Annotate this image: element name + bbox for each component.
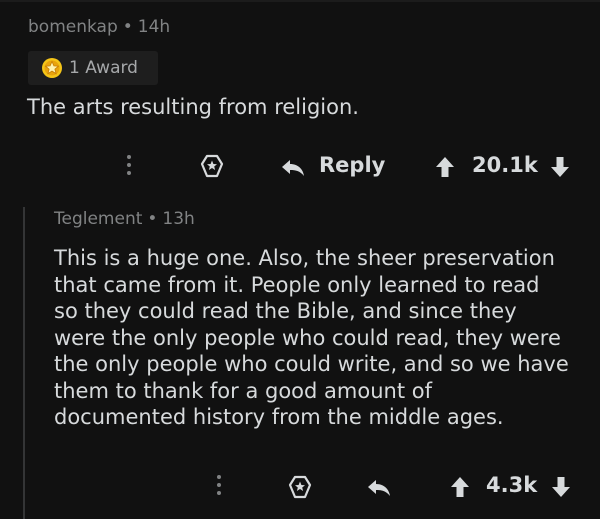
comment-2-line: This is a huge one. Also, the sheer pres… [54, 246, 555, 270]
comment-1-meta: bomenkap • 14h [28, 17, 170, 37]
upvote-arrow-icon [451, 477, 469, 497]
award-badge[interactable]: 1 Award [28, 51, 158, 85]
reply-button[interactable] [366, 478, 392, 502]
downvote-arrow-icon [552, 477, 570, 497]
downvote-button[interactable] [551, 476, 571, 502]
comment-2-line: documented history from the middle ages. [54, 405, 504, 429]
top-divider [0, 0, 600, 2]
downvote-button[interactable] [550, 156, 570, 182]
comment-2-line: were the only people who could read, the… [54, 325, 561, 350]
reply-arrow-icon [368, 480, 390, 496]
comment-1-score: 20.1k [472, 153, 538, 177]
comment-1-action-bar: Reply 20.1k [0, 147, 600, 187]
upvote-button[interactable] [450, 476, 470, 502]
reply-label: Reply [319, 153, 386, 177]
upvote-button[interactable] [435, 156, 455, 182]
give-award-icon [288, 475, 312, 499]
comment-2-action-bar: 4.3k [0, 467, 600, 507]
comment-2-line: so they could read the Bible, and since … [54, 299, 517, 323]
star-award-icon [42, 58, 62, 78]
give-award-icon [200, 154, 224, 178]
comment-2-line: them to thank for a good amount of [54, 378, 432, 403]
comment-2-score: 4.3k [486, 473, 538, 497]
comment-1-age[interactable]: 14h [138, 17, 170, 37]
give-award-button[interactable] [200, 154, 224, 182]
more-vertical-icon[interactable] [127, 155, 131, 175]
comment-2-age[interactable]: 13h [162, 209, 194, 229]
downvote-arrow-icon [551, 157, 569, 177]
meta-separator: • [147, 209, 158, 229]
comment-1-author[interactable]: bomenkap [28, 17, 118, 37]
comment-2-body: This is a huge one. Also, the sheer pres… [54, 245, 594, 431]
comment-2-author[interactable]: Teglement [54, 209, 142, 229]
comment-2-meta: Teglement • 13h [54, 209, 195, 229]
more-vertical-icon[interactable] [217, 475, 221, 495]
meta-separator: • [122, 17, 133, 37]
reply-arrow-icon [282, 160, 304, 176]
give-award-button[interactable] [288, 475, 312, 503]
upvote-arrow-icon [436, 157, 454, 177]
award-count-label: 1 Award [69, 58, 138, 78]
comment-1-body: The arts resulting from religion. [27, 95, 359, 119]
comment-2-line: the only people who could write, and so … [54, 352, 569, 376]
comment-2-line: that came from it. People only learned t… [54, 272, 540, 297]
